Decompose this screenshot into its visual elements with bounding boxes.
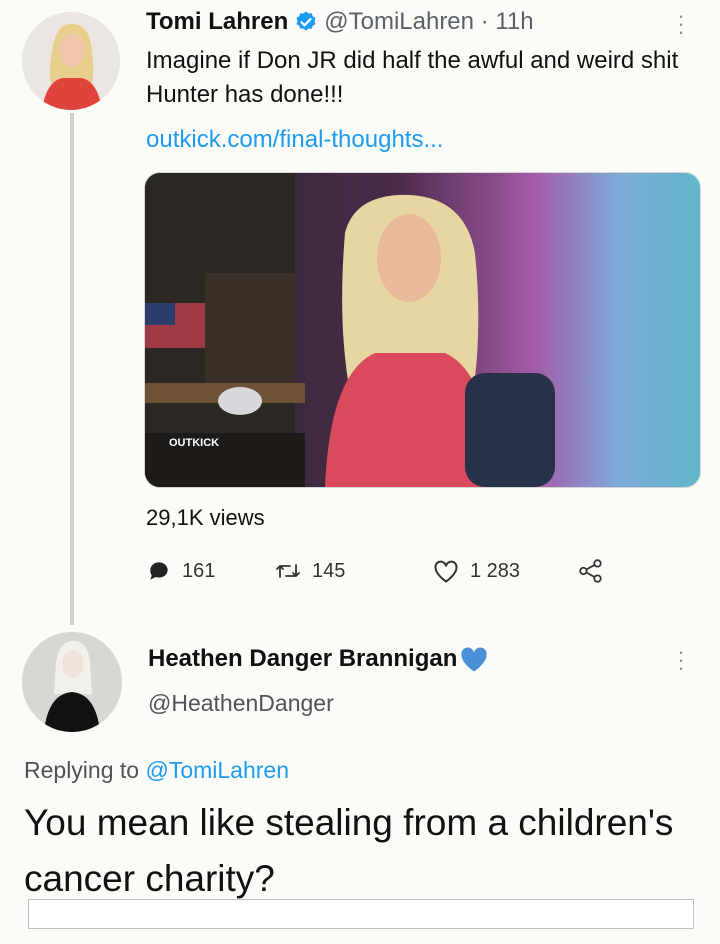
tweet-text: Imagine if Don JR did half the awful and… [146,47,679,108]
tomi-lahren-avatar[interactable] [22,12,120,110]
view-count: 29,1K views [146,505,265,530]
more-options-icon[interactable]: · · · [676,5,686,43]
reply-count: 161 [182,559,216,582]
heart-icon [434,560,458,583]
tweet-actions: 161 145 1 283 [146,556,626,586]
replying-prefix: Replying to [24,757,146,783]
like-button[interactable]: 1 283 [432,556,520,586]
verified-badge-icon [296,11,316,31]
reply-icon [150,562,168,580]
thread-line [70,113,74,625]
cropped-bottom-box [28,899,694,929]
replying-to-handle[interactable]: @TomiLahren [145,757,289,783]
retweet-button[interactable]: 145 [274,556,345,586]
tweet-media-image[interactable]: OUTKICK [144,172,701,488]
blue-heart-icon [461,647,487,672]
reply-button[interactable]: 161 [146,556,215,586]
heathen-danger-avatar[interactable] [22,632,122,732]
author-name[interactable]: Tomi Lahren [146,8,288,36]
replying-to: Replying to @TomiLahren [24,757,289,784]
share-icon [579,559,602,583]
media-watermark: OUTKICK [169,437,219,449]
author-name-2[interactable]: Heathen Danger Brannigan [148,645,489,673]
handle-2[interactable]: @HeathenDanger [148,690,334,717]
author-name-text: Heathen Danger Brannigan [148,645,458,672]
retweet-count: 145 [312,559,346,582]
handle-and-time[interactable]: @TomiLahren · 11h [324,8,533,36]
like-count: 1 283 [470,559,521,582]
share-button[interactable] [578,556,614,586]
retweet-icon [276,564,300,578]
reply-tweet-text: You mean like stealing from a children's… [24,802,674,899]
more-options-icon-2[interactable]: · · · [676,641,686,679]
tweet1-header: Tomi Lahren @TomiLahren · 11h [146,6,534,38]
tweet-link[interactable]: outkick.com/final-thoughts... [146,126,443,154]
